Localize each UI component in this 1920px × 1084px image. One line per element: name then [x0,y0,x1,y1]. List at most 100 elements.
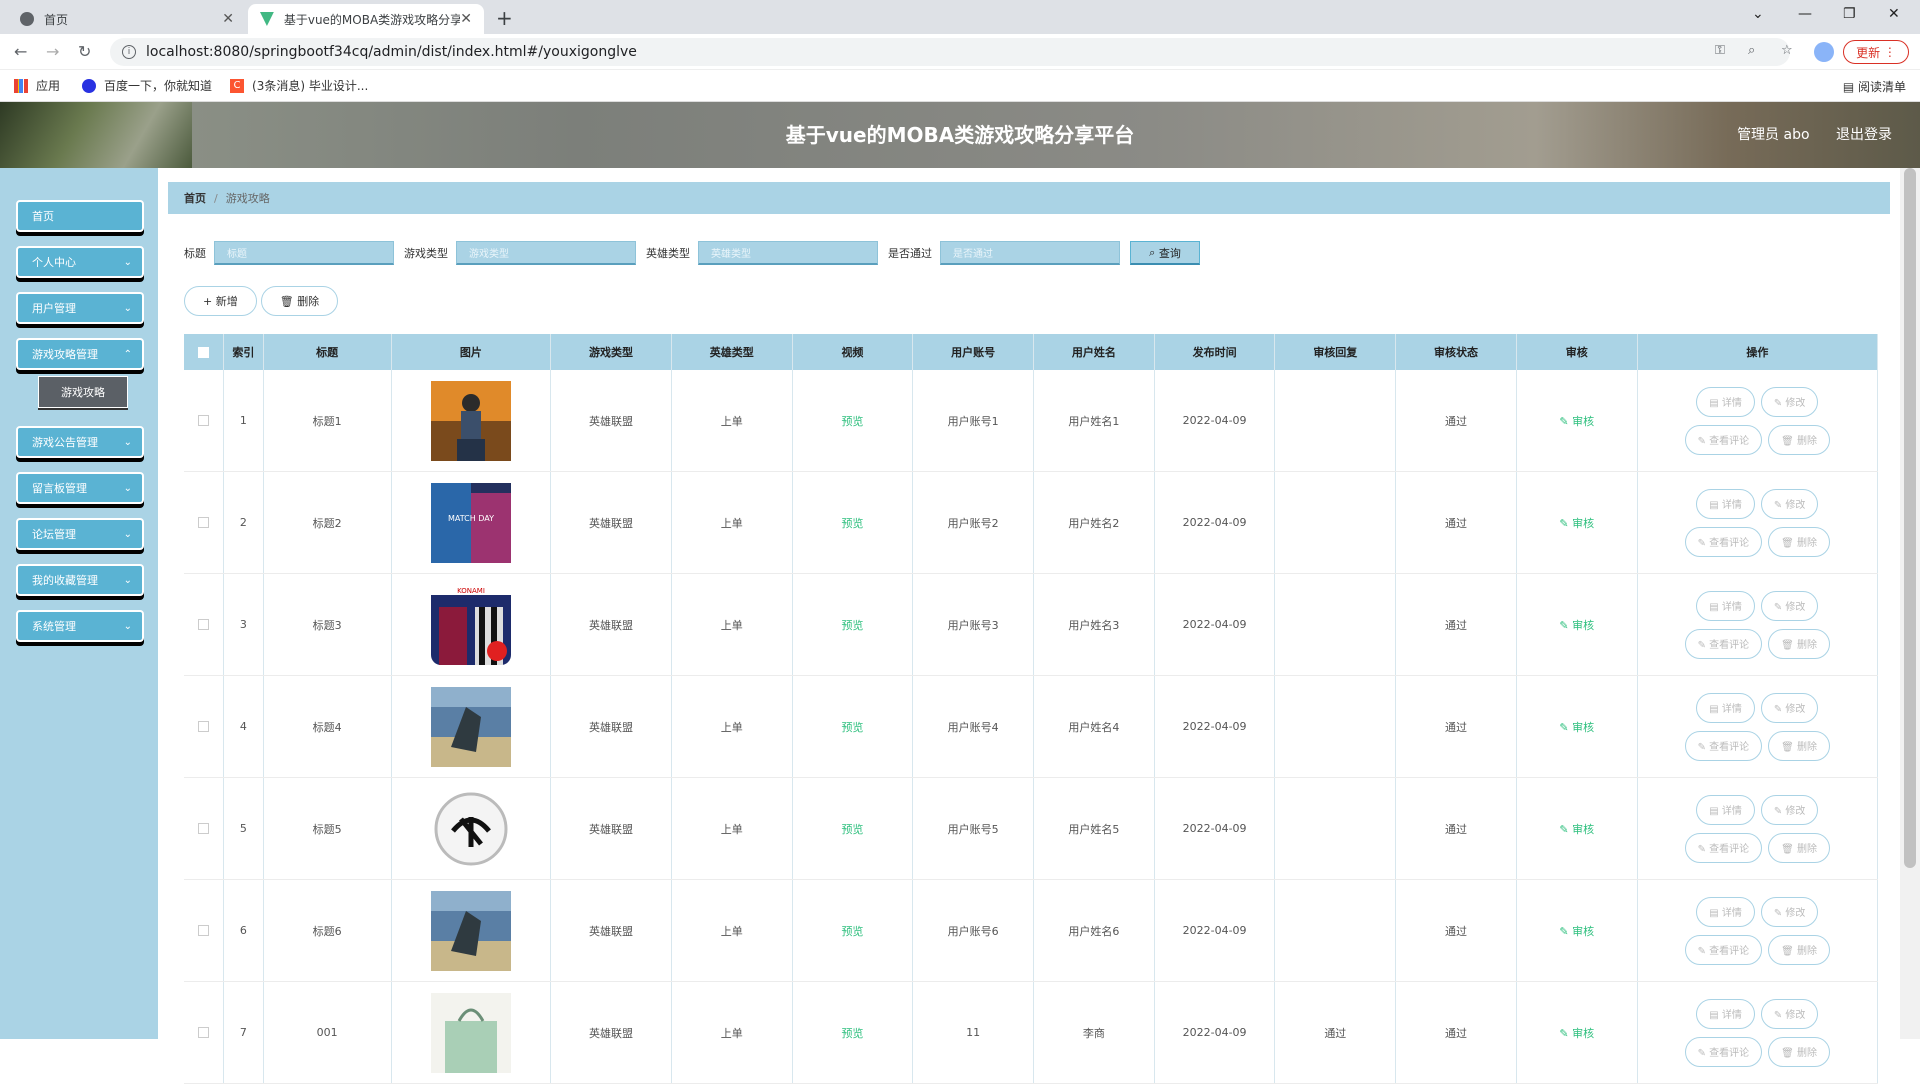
row-checkbox[interactable] [197,619,209,630]
url-field[interactable]: i localhost:8080/springbootf34cq/admin/d… [110,38,1790,66]
row-checkbox[interactable] [197,823,209,834]
delete-button[interactable]: 🗑 删除 [1768,730,1831,761]
avatar[interactable] [1814,42,1834,62]
edit-button[interactable]: ✎ 修改 [1760,488,1819,519]
sidebar-item-notices[interactable]: 游戏公告管理 ⌄ [16,426,144,458]
tab-search-icon[interactable]: ⌄ [1752,6,1764,22]
table-row[interactable]: 2 标题2 MATCH DAY 英雄联盟 上单 预览 用户账号2 用户姓名2 2022-04-0… [184,472,1879,574]
detail-button[interactable]: ▤ 详情 [1696,692,1755,723]
sidebar-item-forum[interactable]: 论坛管理 ⌄ [16,518,144,550]
delete-button[interactable]: 🗑 删除 [1768,1036,1831,1067]
view-comments-button[interactable]: ✎ 查看评论 [1684,628,1763,659]
sidebar-item-guides[interactable]: 游戏攻略管理 ⌃ [16,338,144,370]
edit-button[interactable]: ✎ 修改 [1760,386,1819,417]
delete-button[interactable]: 🗑 删除 [1768,628,1831,659]
detail-button[interactable]: ▤ 详情 [1696,488,1755,519]
guide-thumbnail[interactable]: KONAMI [430,584,511,665]
detail-button[interactable]: ▤ 详情 [1696,386,1755,417]
guide-thumbnail[interactable] [430,890,511,971]
logout-link[interactable]: 退出登录 [1836,127,1892,143]
edit-button[interactable]: ✎ 修改 [1760,998,1819,1029]
row-checkbox[interactable] [197,1027,209,1038]
update-button[interactable]: 更新 ⋮ [1843,40,1909,64]
sidebar-item-messages[interactable]: 留言板管理 ⌄ [16,472,144,504]
restore-button[interactable]: ❐ [1843,6,1856,22]
row-checkbox[interactable] [197,925,209,936]
sidebar-subitem-guides[interactable]: 游戏攻略 [38,376,128,408]
table-row[interactable]: 3 标题3 KONAMI 英雄联盟 上单 预览 用户账号3 用户姓名3 2022-04-09 通过… [184,574,1879,676]
guide-thumbnail[interactable] [430,992,511,1073]
view-comments-button[interactable]: ✎ 查看评论 [1684,730,1763,761]
star-icon[interactable]: ☆ [1781,43,1793,58]
audit-link[interactable]: ✎ 审核 [1559,515,1594,531]
audit-link[interactable]: ✎ 审核 [1559,617,1594,633]
title-input[interactable]: 标题 [214,241,394,265]
query-button[interactable]: ⌕ 查询 [1130,241,1200,265]
view-comments-button[interactable]: ✎ 查看评论 [1684,526,1763,557]
audit-link[interactable]: ✎ 审核 [1559,821,1594,837]
guide-thumbnail[interactable] [430,788,511,869]
scrollbar-thumb[interactable] [1904,168,1916,868]
video-preview-link[interactable]: 预览 [841,515,863,531]
game-type-input[interactable]: 游戏类型 [456,241,636,265]
table-row[interactable]: 7 001 英雄联盟 上单 预览 11 李商 2022-04-09 通过 通过 ✎ 审核 ▤ 详情 ✎ … [184,982,1879,1084]
minimize-button[interactable]: — [1798,6,1812,22]
row-checkbox[interactable] [197,721,209,732]
video-preview-link[interactable]: 预览 [841,413,863,429]
delete-button[interactable]: 🗑 删除 [1768,832,1831,863]
reading-list[interactable]: ▤ 阅读清单 [1843,78,1906,95]
edit-button[interactable]: ✎ 修改 [1760,692,1819,723]
table-row[interactable]: 1 标题1 英雄联盟 上单 预览 用户账号1 用户姓名1 2022-04-09 通过 ✎ 审核 ▤ … [184,370,1879,472]
sidebar-item-system[interactable]: 系统管理 ⌄ [16,610,144,642]
hero-type-input[interactable]: 英雄类型 [698,241,878,265]
bookmark-baidu[interactable]: 百度一下，你就知道 [82,77,212,94]
forward-icon[interactable]: → [46,42,59,61]
edit-button[interactable]: ✎ 修改 [1760,794,1819,825]
zoom-icon[interactable]: ⌕ [1748,43,1755,58]
add-button[interactable]: + 新增 [184,286,257,316]
guide-thumbnail[interactable] [430,686,511,767]
view-comments-button[interactable]: ✎ 查看评论 [1684,934,1763,965]
delete-button[interactable]: 🗑 删除 [1768,526,1831,557]
new-tab-button[interactable]: + [496,6,513,30]
guide-thumbnail[interactable] [430,380,511,461]
close-window-button[interactable]: ✕ [1888,6,1900,22]
table-row[interactable]: 6 标题6 英雄联盟 上单 预览 用户账号6 用户姓名6 2022-04-09 通过 ✎ 审核 ▤ … [184,880,1879,982]
back-icon[interactable]: ← [14,42,27,61]
audit-link[interactable]: ✎ 审核 [1559,413,1594,429]
audit-link[interactable]: ✎ 审核 [1559,1025,1594,1041]
reload-icon[interactable]: ↻ [78,42,91,61]
detail-button[interactable]: ▤ 详情 [1696,794,1755,825]
key-icon[interactable]: ⚿ [1715,43,1725,58]
audit-link[interactable]: ✎ 审核 [1559,923,1594,939]
breadcrumb-home[interactable]: 首页 [184,190,206,206]
video-preview-link[interactable]: 预览 [841,1025,863,1041]
edit-button[interactable]: ✎ 修改 [1760,590,1819,621]
video-preview-link[interactable]: 预览 [841,821,863,837]
close-icon[interactable]: ✕ [460,11,472,27]
browser-tab-active[interactable]: 基于vue的MOBA类游戏攻略分享 ✕ [248,4,484,34]
video-preview-link[interactable]: 预览 [841,923,863,939]
guide-thumbnail[interactable]: MATCH DAY [430,482,511,563]
bookmark-csdn[interactable]: C (3条消息) 毕业设计... [230,77,368,94]
sidebar-item-personal[interactable]: 个人中心 ⌄ [16,246,144,278]
view-comments-button[interactable]: ✎ 查看评论 [1684,1036,1763,1067]
info-icon[interactable]: i [122,45,136,59]
video-preview-link[interactable]: 预览 [841,617,863,633]
row-checkbox[interactable] [197,415,209,426]
detail-button[interactable]: ▤ 详情 [1696,896,1755,927]
row-checkbox[interactable] [197,517,209,528]
detail-button[interactable]: ▤ 详情 [1696,590,1755,621]
bookmark-apps[interactable]: 应用 [14,77,60,94]
view-comments-button[interactable]: ✎ 查看评论 [1684,424,1763,455]
view-comments-button[interactable]: ✎ 查看评论 [1684,832,1763,863]
edit-button[interactable]: ✎ 修改 [1760,896,1819,927]
sidebar-item-users[interactable]: 用户管理 ⌄ [16,292,144,324]
sidebar-item-favorites[interactable]: 我的收藏管理 ⌄ [16,564,144,596]
close-icon[interactable]: ✕ [222,11,234,27]
detail-button[interactable]: ▤ 详情 [1696,998,1755,1029]
table-row[interactable]: 5 标题5 英雄联盟 上单 预览 用户账号5 用户姓名5 2022-04-09 通过 ✎ 审核 ▤ … [184,778,1879,880]
audit-link[interactable]: ✎ 审核 [1559,719,1594,735]
delete-button[interactable]: 🗑 删除 [1768,424,1831,455]
passed-input[interactable]: 是否通过 [940,241,1120,265]
